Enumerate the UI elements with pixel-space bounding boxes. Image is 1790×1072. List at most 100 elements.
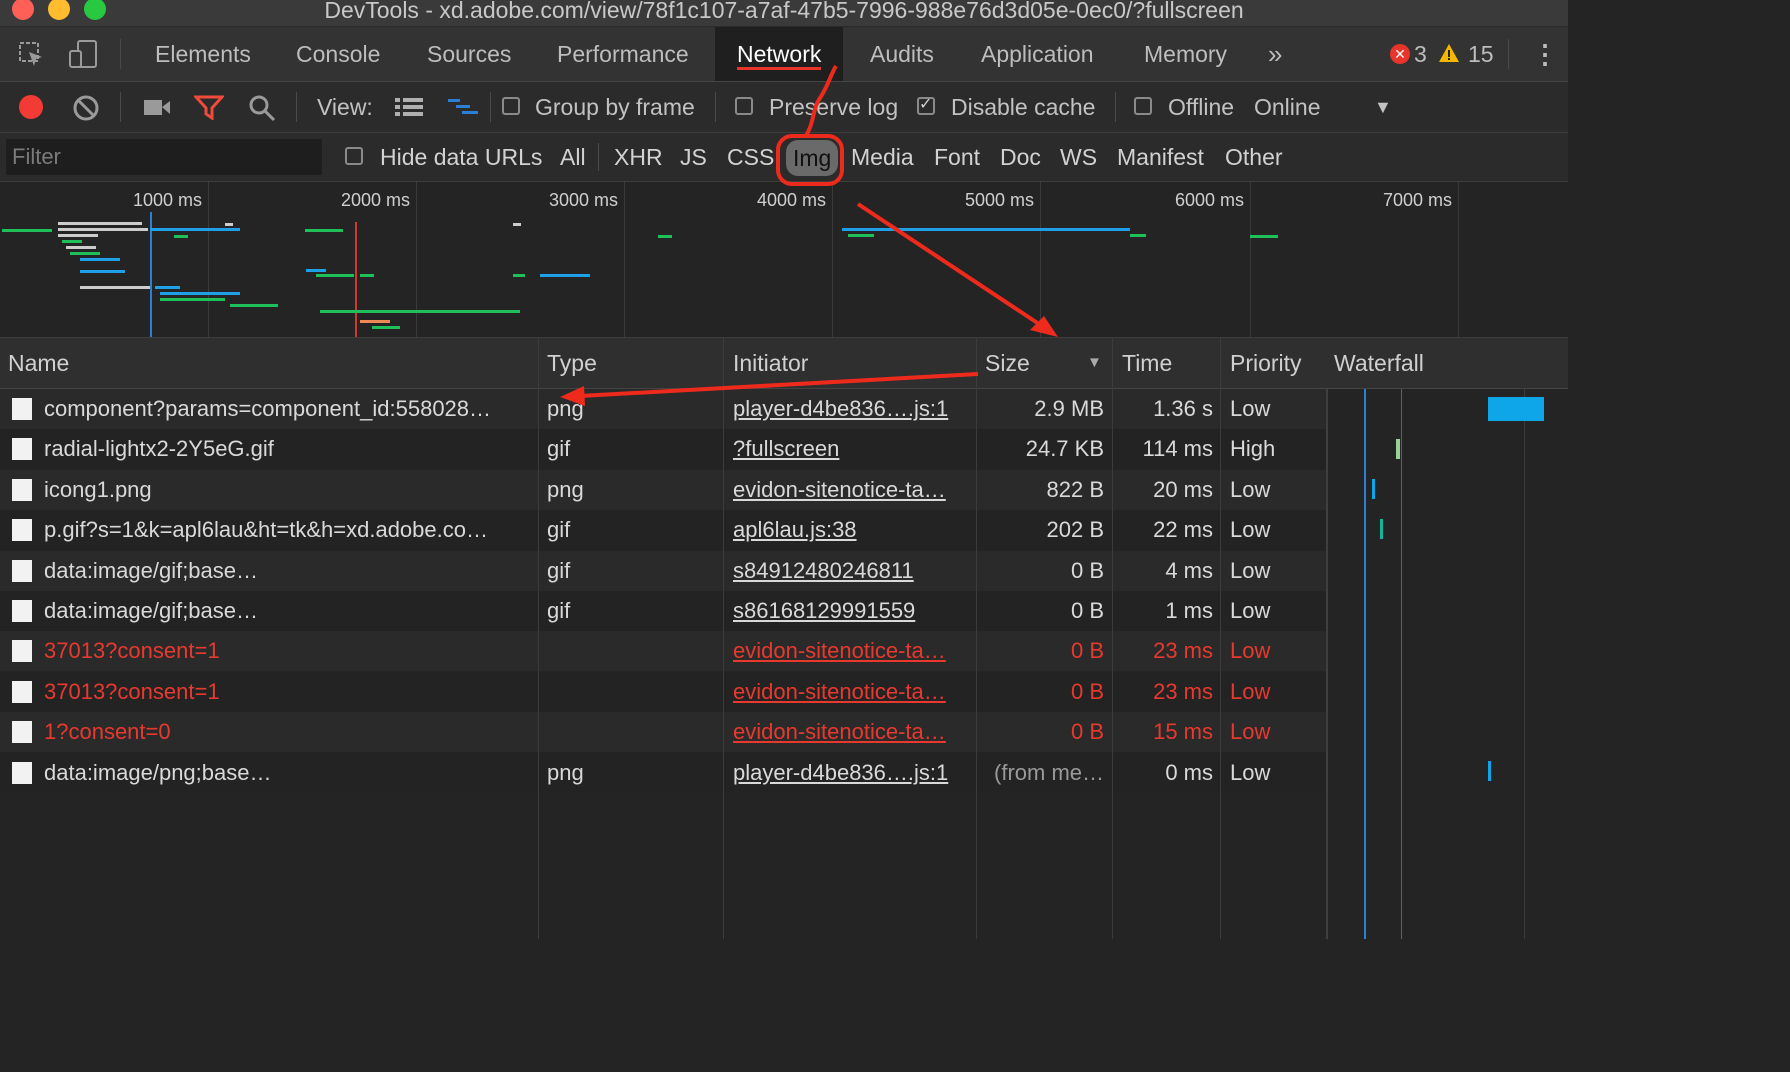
device-toolbar-icon[interactable] bbox=[68, 39, 100, 71]
request-initiator-link[interactable]: s86168129991559 bbox=[733, 591, 968, 631]
request-initiator-link[interactable]: apl6lau.js:38 bbox=[733, 510, 968, 550]
tab-memory[interactable]: Memory bbox=[1144, 27, 1227, 81]
request-initiator-link[interactable]: s84912480246811 bbox=[733, 551, 968, 591]
network-toolbar: View: Group by frame Preserve log Disabl… bbox=[0, 82, 1568, 133]
column-size[interactable]: Size bbox=[985, 338, 1030, 388]
overview-tick-label: 4000 ms bbox=[757, 190, 827, 210]
filter-type-css[interactable]: CSS bbox=[727, 133, 774, 181]
request-initiator-link[interactable]: ?fullscreen bbox=[733, 429, 968, 469]
group-by-frame-checkbox[interactable] bbox=[502, 97, 520, 115]
waterfall-bar[interactable] bbox=[1488, 397, 1544, 421]
filter-type-all[interactable]: All bbox=[560, 133, 586, 181]
requests-table-body: component?params=component_id:558028… png… bbox=[0, 389, 1326, 939]
request-initiator-link[interactable]: evidon-sitenotice-ta… bbox=[733, 470, 968, 510]
window-titlebar: DevTools - xd.adobe.com/view/78f1c107-a7… bbox=[0, 0, 1568, 27]
record-button[interactable] bbox=[19, 95, 43, 119]
chevron-down-icon[interactable]: ▼ bbox=[1374, 82, 1392, 132]
file-icon bbox=[12, 478, 32, 501]
request-initiator-link[interactable]: player-d4be836….js:1 bbox=[733, 753, 968, 793]
request-time: 15 ms bbox=[1153, 719, 1213, 745]
tab-audits[interactable]: Audits bbox=[870, 27, 934, 81]
preserve-log-checkbox[interactable] bbox=[735, 97, 753, 115]
tab-network[interactable]: Network bbox=[715, 27, 844, 81]
throttling-select[interactable]: Online bbox=[1254, 82, 1320, 132]
offline-checkbox[interactable] bbox=[1134, 97, 1152, 115]
request-row[interactable]: 1?consent=0 evidon-sitenotice-ta… 0 B 15 ms… bbox=[0, 712, 1326, 753]
filter-type-media[interactable]: Media bbox=[851, 133, 914, 181]
more-options-icon[interactable]: ⋮ bbox=[1532, 27, 1558, 81]
filter-funnel-icon[interactable] bbox=[194, 94, 224, 120]
warning-icon bbox=[1439, 44, 1459, 62]
request-size: 24.7 KB bbox=[1025, 436, 1104, 462]
request-time: 1 ms bbox=[1165, 598, 1213, 623]
overview-tick-label: 7000 ms bbox=[1383, 190, 1453, 210]
request-type: gif bbox=[547, 598, 571, 623]
column-priority[interactable]: Priority bbox=[1230, 338, 1302, 388]
request-initiator-link[interactable]: player-d4be836….js:1 bbox=[733, 389, 968, 429]
column-type[interactable]: Type bbox=[547, 338, 597, 388]
request-initiator-link[interactable]: evidon-sitenotice-ta… bbox=[733, 631, 968, 671]
filter-type-font[interactable]: Font bbox=[934, 133, 980, 181]
overview-bar bbox=[316, 274, 354, 277]
filter-type-ws[interactable]: WS bbox=[1060, 133, 1097, 181]
warning-count[interactable]: 15 bbox=[1468, 27, 1494, 81]
clear-icon[interactable] bbox=[72, 94, 100, 122]
tab-performance[interactable]: Performance bbox=[557, 27, 689, 81]
overview-bar bbox=[58, 228, 148, 231]
request-priority: Low bbox=[1230, 598, 1271, 623]
request-initiator-link[interactable]: evidon-sitenotice-ta… bbox=[733, 672, 968, 712]
filter-type-other[interactable]: Other bbox=[1225, 133, 1283, 181]
error-count[interactable]: 3 bbox=[1414, 27, 1427, 81]
view-label: View: bbox=[317, 94, 373, 120]
overview-tick-label: 6000 ms bbox=[1175, 190, 1245, 210]
filter-type-img[interactable]: Img bbox=[786, 140, 839, 176]
column-name[interactable]: Name bbox=[8, 338, 69, 388]
overview-bar bbox=[306, 269, 326, 272]
waterfall-bar[interactable] bbox=[1488, 761, 1491, 781]
filter-input[interactable] bbox=[6, 139, 322, 175]
request-row[interactable]: data:image/gif;base… gif s86168129991559 0 … bbox=[0, 591, 1326, 631]
request-row[interactable]: data:image/png;base… png player-d4be836….j… bbox=[0, 752, 1326, 793]
overview-bar bbox=[160, 298, 225, 301]
overview-waterfall-icon[interactable] bbox=[446, 96, 480, 118]
request-row[interactable]: icong1.png png evidon-sitenotice-ta… 822 B 2… bbox=[0, 469, 1326, 510]
waterfall-bar[interactable] bbox=[1372, 479, 1375, 499]
file-icon bbox=[12, 640, 32, 663]
request-priority: Low bbox=[1230, 557, 1271, 583]
hide-data-urls-checkbox[interactable] bbox=[345, 147, 363, 165]
file-icon bbox=[12, 600, 32, 622]
file-icon bbox=[12, 680, 32, 703]
tab-application[interactable]: Application bbox=[981, 27, 1094, 81]
request-type: png bbox=[547, 759, 584, 785]
waterfall-bar[interactable] bbox=[1380, 519, 1383, 539]
tab-elements[interactable]: Elements bbox=[155, 27, 251, 81]
request-row[interactable]: component?params=component_id:558028… png… bbox=[0, 389, 1326, 429]
filter-type-doc[interactable]: Doc bbox=[1000, 133, 1041, 181]
filter-type-xhr[interactable]: XHR bbox=[614, 133, 663, 181]
tab-sources[interactable]: Sources bbox=[427, 27, 511, 81]
network-overview[interactable]: 1000 ms 2000 ms 3000 ms 4000 ms 5000 ms … bbox=[0, 182, 1568, 338]
request-row[interactable]: p.gif?s=1&k=apl6lau&ht=tk&h=xd.adobe.co…… bbox=[0, 510, 1326, 551]
filter-type-manifest[interactable]: Manifest bbox=[1117, 133, 1204, 181]
large-rows-icon[interactable] bbox=[394, 96, 424, 118]
screenshot-camera-icon[interactable] bbox=[143, 97, 171, 117]
more-tabs-button[interactable]: » bbox=[1268, 27, 1282, 81]
column-initiator[interactable]: Initiator bbox=[733, 338, 808, 388]
request-row[interactable]: data:image/gif;base… gif s84912480246811 0 … bbox=[0, 550, 1326, 591]
waterfall-bar[interactable] bbox=[1396, 439, 1400, 459]
overview-bar bbox=[155, 286, 180, 289]
search-icon[interactable] bbox=[248, 94, 276, 122]
request-size: 822 B bbox=[1046, 476, 1105, 502]
tab-console[interactable]: Console bbox=[296, 27, 380, 81]
overview-bar bbox=[513, 274, 525, 277]
request-priority: Low bbox=[1230, 476, 1271, 502]
column-time[interactable]: Time bbox=[1122, 338, 1172, 388]
inspect-element-icon[interactable] bbox=[18, 41, 46, 69]
request-initiator-link[interactable]: evidon-sitenotice-ta… bbox=[733, 712, 968, 752]
column-waterfall[interactable]: Waterfall bbox=[1334, 338, 1424, 388]
request-row[interactable]: 37013?consent=1 evidon-sitenotice-ta… 0 B 2… bbox=[0, 671, 1326, 712]
request-row[interactable]: 37013?consent=1 evidon-sitenotice-ta… 0 B 2… bbox=[0, 631, 1326, 672]
disable-cache-checkbox[interactable] bbox=[917, 94, 935, 115]
filter-type-js[interactable]: JS bbox=[680, 133, 707, 181]
request-row[interactable]: radial-lightx2-2Y5eG.gif gif ?fullscreen 24… bbox=[0, 429, 1326, 470]
